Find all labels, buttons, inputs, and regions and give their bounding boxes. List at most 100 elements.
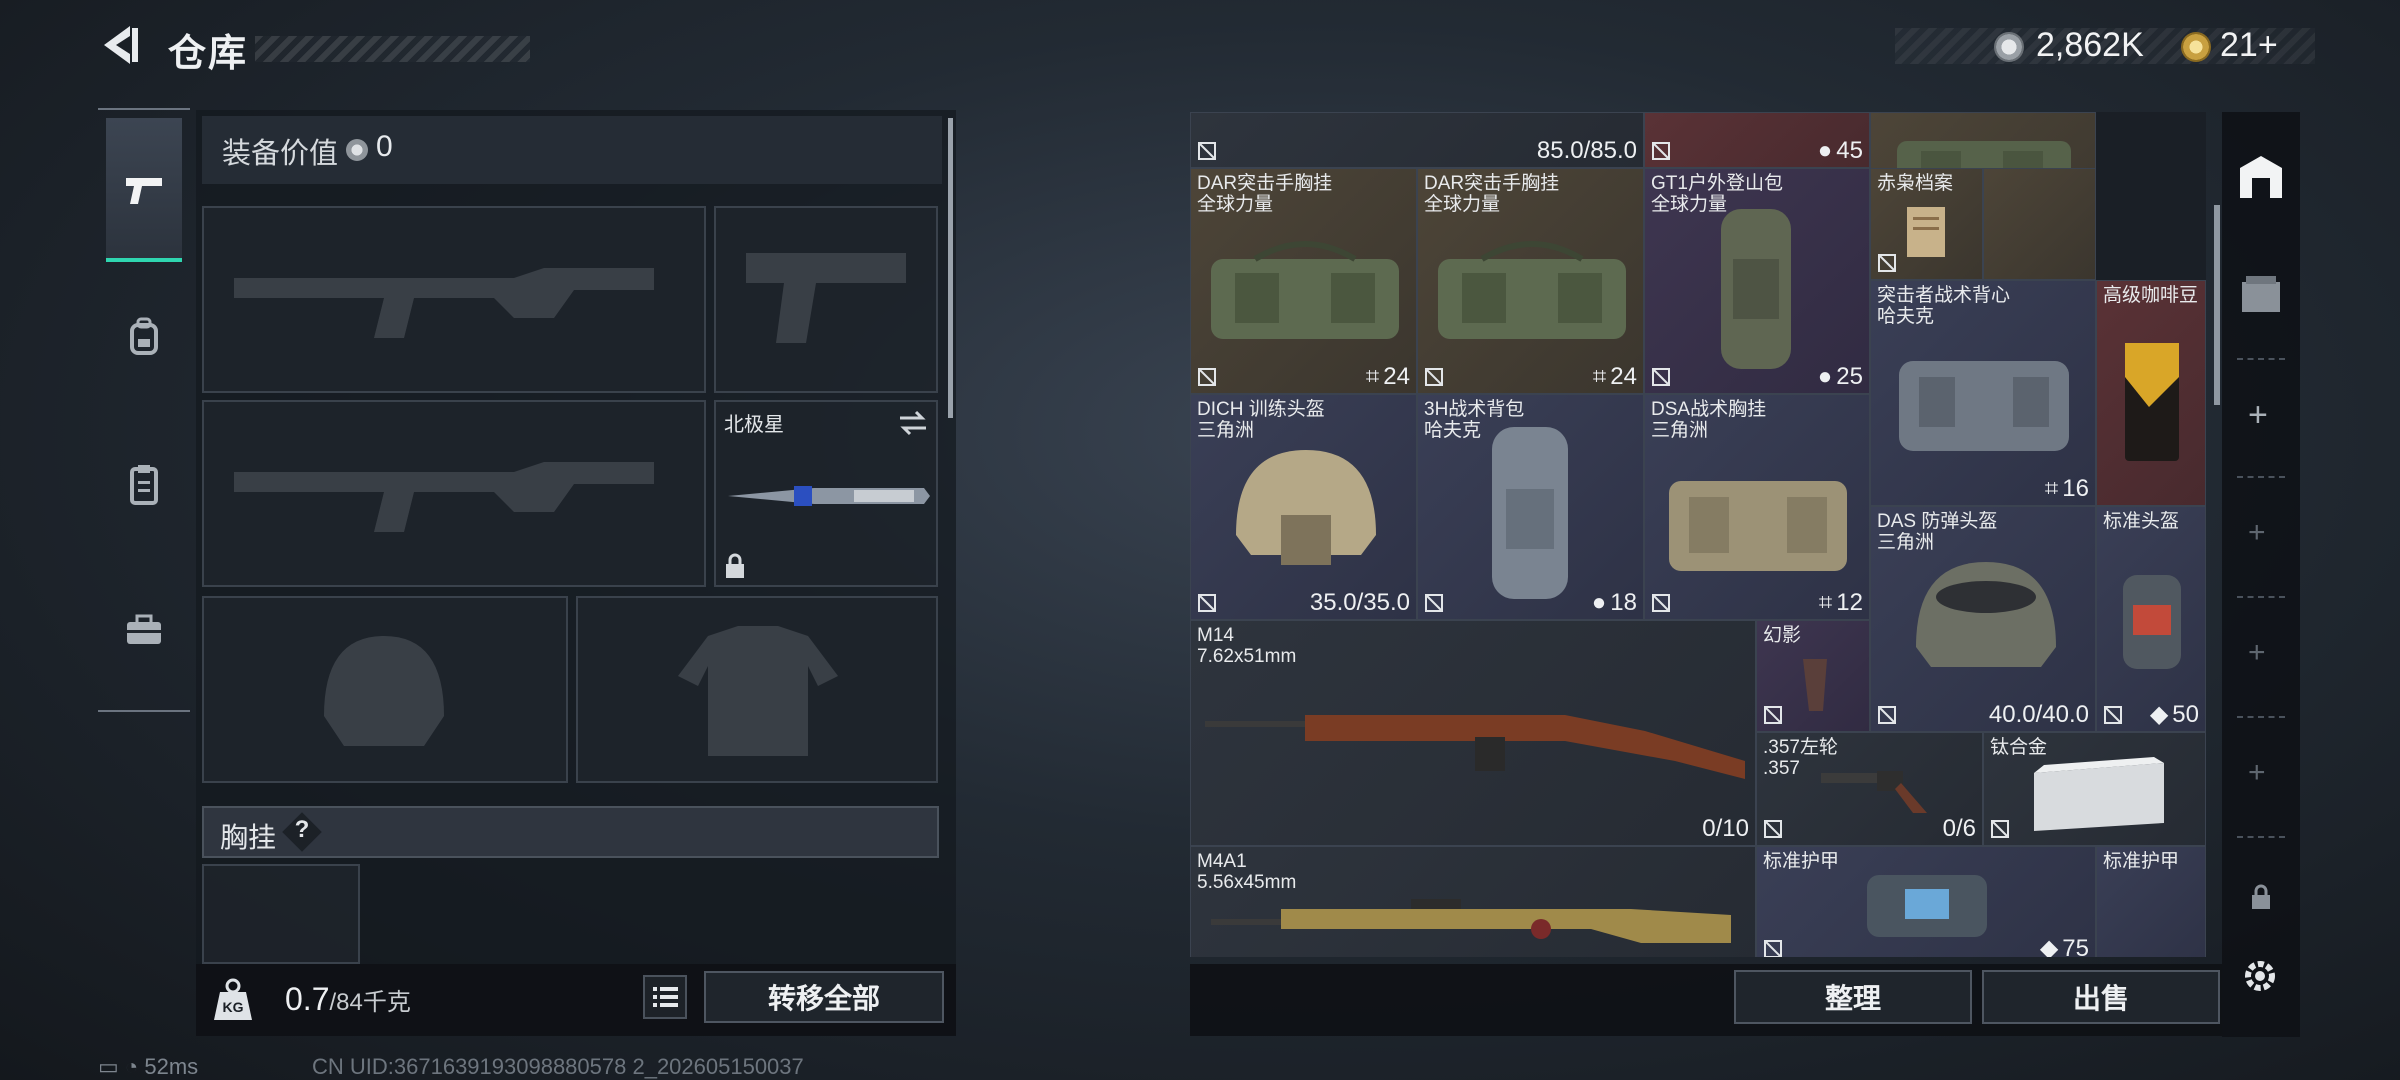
helmet-silhouette-icon xyxy=(324,636,444,746)
inventory-item[interactable]: DAR突击手胸挂 全球力量 ⌗ 24 xyxy=(1190,168,1417,394)
page-title: 仓库 xyxy=(168,33,249,75)
item-capacity: ⌗ 12 xyxy=(1819,589,1863,617)
inventory-item[interactable]: 突击者战术背心 哈夫克 ⌗ 16 xyxy=(1870,280,2096,506)
helmet-icon xyxy=(1236,450,1376,565)
carry-weight-max: /84千克 xyxy=(329,989,411,1016)
item-capacity: ● 25 xyxy=(1818,363,1863,391)
nav-divider-top xyxy=(98,108,190,110)
nav-item-backpack[interactable] xyxy=(106,297,182,377)
primary-weapon-slot[interactable] xyxy=(202,206,706,393)
helmet-icon xyxy=(2123,575,2181,669)
backpack-icon xyxy=(130,317,158,355)
transfer-all-button[interactable]: 转移全部 xyxy=(704,971,944,1023)
loadout-scrollbar[interactable] xyxy=(948,118,953,418)
inventory-item[interactable]: DAR突击手胸挂 全球力量 ⌗ 24 xyxy=(1417,168,1644,394)
item-name: M4A1 5.56x45mm xyxy=(1197,851,1297,893)
inventory-item[interactable]: M4A1 5.56x45mm xyxy=(1190,846,1756,957)
sell-button[interactable]: 出售 xyxy=(1982,970,2220,1024)
revolver-icon xyxy=(1821,771,1927,813)
warehouse-icon[interactable] xyxy=(2236,152,2286,202)
silver-balance[interactable]: 2,862K xyxy=(2036,26,2144,65)
item-capacity: ● 18 xyxy=(1592,589,1637,617)
bag-icon: ● xyxy=(1817,363,1833,390)
storage-box-icon[interactable] xyxy=(2236,272,2286,316)
document-icon xyxy=(1907,207,1945,257)
no-insure-icon xyxy=(1652,594,1670,612)
item-name: M14 7.62x51mm xyxy=(1197,625,1297,667)
back-arrow-icon[interactable] xyxy=(96,22,142,68)
gold-balance[interactable]: 21+ xyxy=(2220,26,2278,65)
tab-divider xyxy=(2237,716,2285,720)
melee-slot[interactable]: 北极星 xyxy=(714,400,938,587)
sidearm-slot[interactable] xyxy=(714,206,938,393)
item-name: 赤枭档案 xyxy=(1877,173,1954,194)
no-insure-icon xyxy=(1878,706,1896,724)
nav-item-weapons[interactable] xyxy=(106,150,182,230)
knife-icon xyxy=(728,486,930,506)
helmet-slot[interactable] xyxy=(202,596,568,783)
inventory-item[interactable]: 标准头盔 ◆ 50 xyxy=(2096,506,2206,732)
inventory-item[interactable]: M14 7.62x51mm 0/10 xyxy=(1190,620,1756,846)
inventory-item[interactable]: DSA战术胸挂 三角洲 ⌗ 12 xyxy=(1644,394,1870,620)
no-insure-icon xyxy=(1991,820,2009,838)
tab-divider xyxy=(2237,596,2285,600)
add-storage-icon[interactable]: + xyxy=(2248,516,2266,550)
item-armor: ◆ 75 xyxy=(2040,934,2089,958)
chest-rig-icon xyxy=(1438,241,1626,339)
list-icon xyxy=(653,987,678,1007)
grid-icon: ⌗ xyxy=(1818,589,1833,616)
item-name: DSA战术胸挂 三角洲 xyxy=(1651,399,1767,441)
tab-divider xyxy=(2237,836,2285,840)
item-ammo: 0/10 xyxy=(1702,815,1749,842)
inventory-item[interactable]: 标准护甲 ◆ 75 xyxy=(1756,846,2096,957)
chest-rig-label: 胸挂 xyxy=(220,822,277,853)
inventory-item[interactable]: GT1户外登山包 全球力量 ● 25 xyxy=(1644,168,1870,394)
add-storage-icon[interactable]: + xyxy=(2248,396,2268,435)
backpack-icon xyxy=(1492,427,1568,599)
item-capacity-value: 24 xyxy=(1383,363,1410,390)
chest-rig-slot[interactable] xyxy=(202,864,360,964)
no-insure-icon xyxy=(1198,142,1216,160)
armor-slot[interactable] xyxy=(576,596,938,783)
organize-button[interactable]: 整理 xyxy=(1734,970,1972,1024)
nav-item-vest[interactable] xyxy=(106,445,182,525)
inventory-item[interactable]: 幻影 xyxy=(1756,620,1870,732)
inventory-item[interactable]: .357左轮 .357 0/6 xyxy=(1756,732,1983,846)
inventory-item[interactable]: 标准护甲 xyxy=(2096,846,2206,957)
item-durability: 35.0/35.0 xyxy=(1309,589,1410,616)
rifle-icon xyxy=(1205,715,1745,779)
swap-icon[interactable] xyxy=(898,410,928,436)
pistol-icon xyxy=(126,178,162,204)
title-decoration xyxy=(255,36,530,62)
list-view-button[interactable] xyxy=(643,975,687,1019)
inventory-scrollbar[interactable] xyxy=(2214,205,2220,405)
item-capacity: ⌗ 16 xyxy=(2045,475,2089,503)
inventory-item[interactable]: 高级咖啡豆 xyxy=(2096,280,2206,506)
item-name: 标准护甲 xyxy=(2103,851,2180,872)
item-capacity: ⌗24 xyxy=(1593,363,1637,391)
inventory-item[interactable]: 3H战术背包 哈夫克 ● 18 xyxy=(1417,394,1644,620)
add-storage-icon[interactable]: + xyxy=(2248,636,2266,670)
add-storage-icon[interactable]: + xyxy=(2248,756,2266,790)
help-icon-glyph: ? xyxy=(294,816,310,843)
coffee-bag-icon xyxy=(2125,343,2179,461)
no-insure-icon xyxy=(2104,706,2122,724)
inventory-item[interactable] xyxy=(1983,168,2096,280)
inventory-item[interactable]: DAS 防弹头盔 三角洲 40.0/40.0 xyxy=(1870,506,2096,732)
pistol-silhouette-icon xyxy=(746,253,906,343)
inventory-item[interactable]: ● 45 xyxy=(1644,112,1870,168)
inventory-item[interactable]: DICH 训练头盔 三角洲 35.0/35.0 xyxy=(1190,394,1417,620)
backpack-icon xyxy=(1721,209,1791,369)
nav-item-case[interactable] xyxy=(106,590,182,670)
shield-icon: ◆ xyxy=(2149,701,2169,728)
no-insure-icon xyxy=(1652,142,1670,160)
inventory-item[interactable]: 85.0/85.0 xyxy=(1190,112,1644,168)
inventory-item[interactable]: 钛合金 xyxy=(1983,732,2206,846)
item-name: 幻影 xyxy=(1763,625,1802,646)
secondary-weapon-slot[interactable] xyxy=(202,400,706,587)
inventory-grid: 85.0/85.0 ●45 ⌗24 DAR突击手胸挂 全球力量 ⌗24 DAR突… xyxy=(1190,112,2206,957)
gear-icon[interactable] xyxy=(2238,954,2282,998)
inventory-item[interactable]: 赤枭档案 xyxy=(1870,168,1983,280)
item-capacity-value: 24 xyxy=(1610,363,1637,390)
grid-icon: ⌗ xyxy=(1592,363,1607,390)
